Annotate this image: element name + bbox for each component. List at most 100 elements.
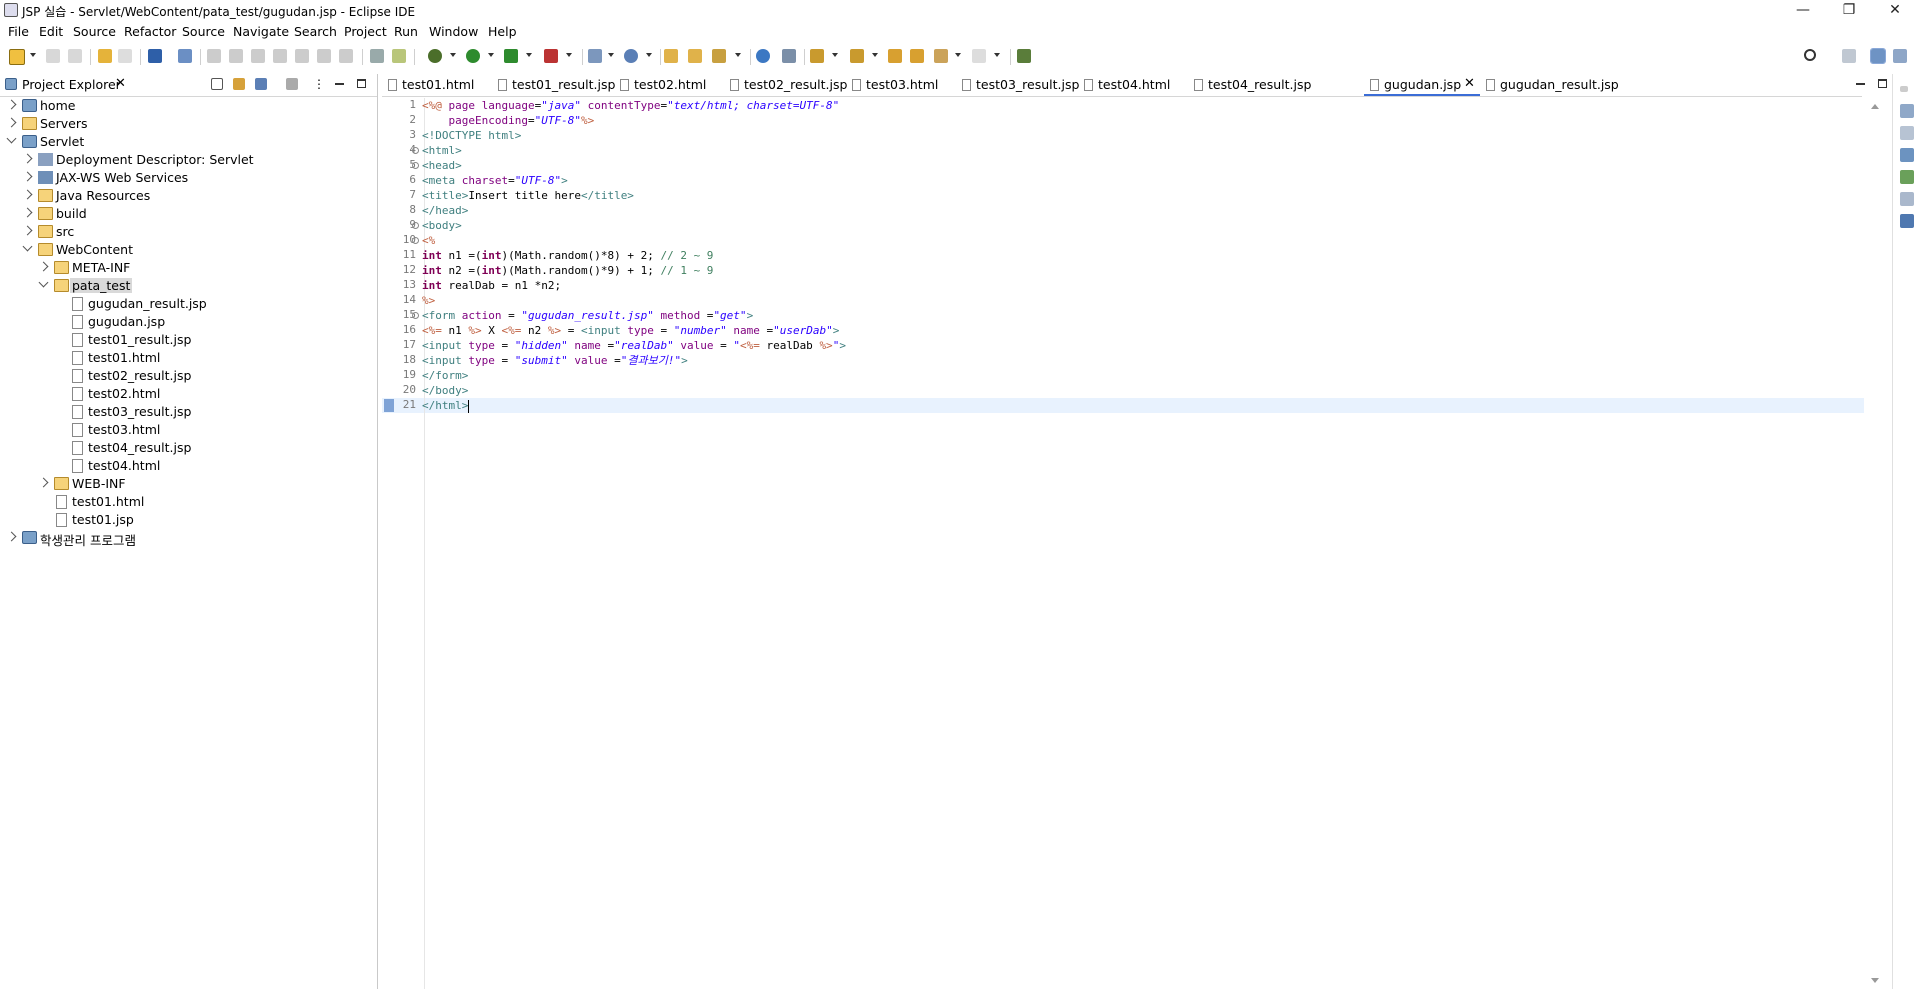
open-perspective-icon[interactable] [1842, 49, 1856, 63]
vertical-scrollbar[interactable] [1868, 98, 1882, 989]
tab-test03-html[interactable]: test03.html [846, 74, 956, 96]
external-tools-dropdown-icon[interactable] [566, 53, 572, 57]
use-step-filters-icon[interactable] [370, 49, 384, 63]
close-button[interactable]: ✕ [1872, 0, 1918, 22]
forward-dropdown-icon[interactable] [994, 53, 1000, 57]
menu-project[interactable]: Project [344, 24, 387, 39]
minimize-editor-icon[interactable] [1856, 83, 1865, 85]
annotation-icon[interactable] [782, 49, 796, 63]
save-all-icon[interactable] [68, 49, 82, 63]
focus-icon[interactable] [286, 78, 298, 90]
new-server-icon[interactable] [588, 49, 602, 63]
skip-breakpoints-icon[interactable] [178, 49, 192, 63]
data-source-icon[interactable] [1900, 170, 1914, 184]
coverage-icon[interactable] [504, 49, 518, 63]
resume-icon[interactable] [207, 49, 221, 63]
run-icon[interactable] [466, 49, 480, 63]
new-icon[interactable] [9, 49, 25, 65]
fold-icon[interactable] [412, 222, 419, 229]
menu-source[interactable]: Source [73, 24, 116, 39]
new-class-dropdown-icon[interactable] [646, 53, 652, 57]
debug-dropdown-icon[interactable] [450, 53, 456, 57]
back-icon[interactable] [934, 49, 948, 63]
tab-test04-html[interactable]: test04.html [1078, 74, 1188, 96]
save-icon[interactable] [46, 49, 60, 63]
jee-perspective-icon[interactable] [1870, 48, 1886, 64]
fold-icon[interactable] [412, 237, 419, 244]
tab-test01-html[interactable]: test01.html [382, 74, 492, 96]
menu-run[interactable]: Run [394, 24, 418, 39]
menu-help[interactable]: Help [488, 24, 517, 39]
open-resource-icon[interactable] [688, 49, 702, 63]
tab-test02-html[interactable]: test02.html [614, 74, 724, 96]
terminal-icon[interactable] [148, 49, 162, 63]
scroll-down-icon[interactable] [1871, 978, 1879, 983]
forward-edit-icon[interactable] [910, 49, 924, 63]
search-tool-icon[interactable] [712, 49, 726, 63]
minimize-button[interactable]: — [1780, 0, 1826, 22]
fold-icon[interactable] [412, 162, 419, 169]
forward-icon[interactable] [972, 49, 986, 63]
close-view-icon[interactable]: ✕ [115, 76, 126, 91]
browser-icon[interactable] [756, 49, 770, 63]
pin-editor-icon[interactable] [1017, 49, 1031, 63]
redo-icon[interactable] [118, 49, 132, 63]
step-into-icon[interactable] [295, 49, 309, 63]
tab-test01-result-jsp[interactable]: test01_result.jsp [492, 74, 615, 96]
prev-annotation-icon[interactable] [850, 49, 864, 63]
menu-file[interactable]: File [8, 24, 29, 39]
project-explorer-tab[interactable]: Project Explorer ✕ ⋮ [0, 74, 377, 97]
prev-annotation-dropdown-icon[interactable] [872, 53, 878, 57]
menu-search[interactable]: Search [294, 24, 337, 39]
close-tab-icon[interactable]: ✕ [1464, 76, 1475, 91]
menu-refactor[interactable]: Refactor [124, 24, 176, 39]
restore-icon[interactable] [1900, 86, 1908, 92]
menu-navigate[interactable]: Navigate [233, 24, 289, 39]
menu-window[interactable]: Window [429, 24, 478, 39]
tab-gugudan-jsp[interactable]: gugudan.jsp ✕ [1364, 74, 1480, 96]
console-view-icon[interactable] [1900, 214, 1914, 228]
next-annotation-icon[interactable] [810, 49, 824, 63]
run-dropdown-icon[interactable] [488, 53, 494, 57]
fold-icon[interactable] [412, 147, 419, 154]
maximize-editor-icon[interactable] [1878, 79, 1887, 88]
menu-source-2[interactable]: Source [182, 24, 225, 39]
tab-test02-result-jsp[interactable]: test02_result.jsp [724, 74, 847, 96]
new-server-dropdown-icon[interactable] [608, 53, 614, 57]
next-annotation-dropdown-icon[interactable] [832, 53, 838, 57]
external-tools-icon[interactable] [544, 49, 558, 63]
suspend-icon[interactable] [229, 49, 243, 63]
menu-edit[interactable]: Edit [39, 24, 63, 39]
back-dropdown-icon[interactable] [955, 53, 961, 57]
undo-icon[interactable] [98, 49, 112, 63]
outline-view-icon[interactable] [1900, 104, 1914, 118]
maximize-view-icon[interactable] [357, 79, 366, 88]
link-with-editor-icon[interactable] [233, 78, 245, 90]
task-list-icon[interactable] [1900, 126, 1914, 140]
debug-icon[interactable] [428, 49, 442, 63]
open-type-icon[interactable] [664, 49, 678, 63]
snippets-icon[interactable] [1900, 192, 1914, 206]
tab-test04-result-jsp[interactable]: test04_result.jsp [1188, 74, 1311, 96]
servers-view-icon[interactable] [1900, 148, 1914, 162]
collapse-all-icon[interactable] [211, 78, 223, 90]
new-class-icon[interactable] [624, 49, 638, 63]
coverage-dropdown-icon[interactable] [526, 53, 532, 57]
minimize-view-icon[interactable] [335, 83, 344, 85]
tab-test03-result-jsp[interactable]: test03_result.jsp [956, 74, 1079, 96]
filter-icon[interactable] [255, 78, 267, 90]
terminate-icon[interactable] [251, 49, 265, 63]
view-menu-icon[interactable]: ⋮ [313, 77, 325, 91]
tab-gugudan-result-jsp[interactable]: gugudan_result.jsp [1480, 74, 1619, 96]
java-perspective-icon[interactable] [1893, 49, 1907, 63]
disconnect-icon[interactable] [273, 49, 287, 63]
code-editor[interactable]: 1 2 3 4 5 6 7 8 9 10 11 12 13 14 15 16 1… [382, 98, 1864, 989]
toggle-icon[interactable] [392, 49, 406, 63]
step-return-icon[interactable] [339, 49, 353, 63]
search-icon[interactable] [1804, 49, 1816, 61]
step-over-icon[interactable] [317, 49, 331, 63]
maximize-button[interactable]: ❐ [1826, 0, 1872, 22]
search-dropdown-icon[interactable] [735, 53, 741, 57]
new-dropdown-icon[interactable] [30, 53, 36, 57]
scroll-up-icon[interactable] [1871, 104, 1879, 109]
